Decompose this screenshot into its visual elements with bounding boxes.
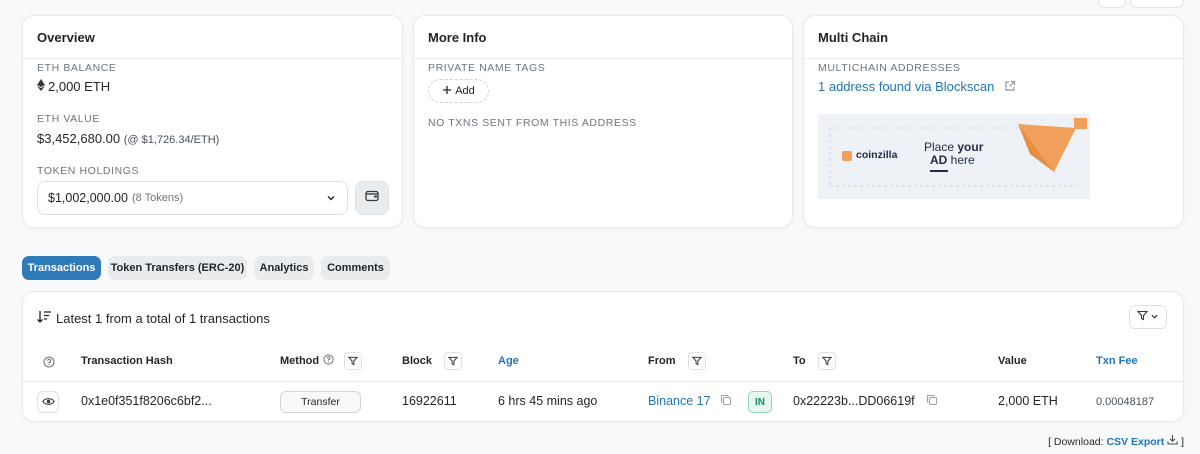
method-help-icon[interactable] [323, 354, 334, 368]
txn-age: 6 hrs 45 mins ago [498, 394, 598, 408]
card-divider [414, 58, 792, 59]
from-address-link[interactable]: Binance 17 [648, 394, 711, 408]
table-row-divider [23, 381, 1183, 382]
sort-desc-icon [37, 310, 52, 326]
transactions-summary: Latest 1 from a total of 1 transactions [37, 310, 270, 326]
preview-button[interactable] [37, 391, 59, 413]
chevron-down-icon [1150, 308, 1159, 326]
method-filter-button[interactable] [344, 352, 363, 370]
tab-analytics[interactable]: Analytics [254, 256, 314, 280]
multi-chain-title: Multi Chain [818, 30, 889, 45]
ad-line2-a: AD [930, 153, 948, 167]
transactions-summary-text: Latest 1 from a total of 1 transactions [56, 310, 270, 326]
col-transaction-hash: Transaction Hash [81, 355, 173, 367]
chevron-down-icon [325, 192, 337, 204]
download-icon[interactable] [1167, 435, 1181, 448]
eth-value-wrap: $3,452,680.00 (@ $1,726.34/ETH) [37, 131, 219, 146]
no-txns-text: NO TXNS SENT FROM THIS ADDRESS [428, 117, 637, 129]
card-divider [23, 58, 402, 59]
txn-hash-link[interactable]: 0x1e0f351f8206c6bf2... [81, 394, 212, 408]
token-holdings-label: TOKEN HOLDINGS [37, 165, 140, 177]
to-cell: 0x22223b...DD06619f [793, 394, 938, 409]
overview-card: Overview ETH BALANCE 2,000 ETH ETH VALUE… [22, 15, 403, 228]
token-holdings-value: $1,002,000.00 [48, 191, 128, 205]
col-block: Block [402, 352, 462, 370]
private-name-tags-label: PRIVATE NAME TAGS [428, 62, 546, 74]
eth-balance-label: ETH BALANCE [37, 62, 117, 74]
method-badge: Transfer [280, 391, 361, 413]
filter-icon [1136, 308, 1149, 326]
copy-icon[interactable] [720, 394, 732, 409]
advertisement-banner[interactable]: coinzilla Place your AD here [818, 114, 1090, 199]
to-filter-button[interactable] [817, 352, 836, 370]
help-icon[interactable] [43, 356, 55, 368]
col-value: Value [998, 355, 1027, 367]
ad-line1-b: your [957, 140, 984, 154]
tab-transactions[interactable]: Transactions [22, 256, 101, 280]
from-filter-button[interactable] [687, 352, 706, 370]
col-method: Method [280, 352, 363, 370]
add-label: Add [455, 85, 475, 97]
ad-line2-b: here [947, 153, 975, 167]
card-divider [804, 58, 1183, 59]
copy-icon[interactable] [926, 394, 938, 409]
txn-value: 2,000 ETH [998, 394, 1058, 408]
filter-dropdown-button[interactable] [1129, 305, 1167, 329]
multichain-addresses-label: MULTICHAIN ADDRESSES [818, 62, 961, 74]
eth-balance-value: 2,000 ETH [48, 79, 111, 94]
more-info-card: More Info PRIVATE NAME TAGS Add NO TXNS … [413, 15, 793, 228]
eth-value-label: ETH VALUE [37, 113, 100, 125]
ad-copy: Place your AD here [924, 141, 983, 167]
from-cell: Binance 17 [648, 394, 732, 409]
txn-fee: 0.00048187 [1096, 396, 1155, 408]
eth-value-rate: (@ $1,726.34/ETH) [123, 134, 220, 146]
col-age[interactable]: Age [498, 355, 519, 367]
blockscan-link-text: 1 address found via Blockscan [818, 79, 995, 94]
col-to-label: To [793, 355, 806, 367]
wallet-icon [365, 189, 379, 207]
token-holdings-count: (8 Tokens) [131, 192, 184, 204]
download-line: [ Download: CSV Export ] [1048, 434, 1184, 448]
col-from-label: From [648, 355, 676, 367]
tab-token-transfers[interactable]: Token Transfers (ERC-20) [108, 256, 247, 280]
eye-icon [41, 393, 55, 411]
wallet-button[interactable] [355, 181, 389, 215]
eth-value-amount: $3,452,680.00 [37, 131, 121, 146]
col-from: From [648, 352, 706, 370]
eth-balance-value-wrap: 2,000 ETH [37, 79, 110, 94]
ethereum-icon [37, 79, 45, 94]
overview-title: Overview [37, 30, 95, 45]
col-to: To [793, 352, 836, 370]
col-method-label: Method [280, 355, 320, 367]
block-filter-button[interactable] [443, 352, 462, 370]
ad-line1-a: Place [924, 140, 958, 154]
more-info-title: More Info [428, 30, 487, 45]
to-address[interactable]: 0x22223b...DD06619f [793, 394, 915, 408]
multi-chain-card: Multi Chain MULTICHAIN ADDRESSES 1 addre… [803, 15, 1184, 228]
token-holdings-dropdown[interactable]: $1,002,000.00 (8 Tokens) [37, 181, 348, 215]
csv-export-link[interactable]: CSV Export [1106, 436, 1164, 448]
add-name-tag-button[interactable]: Add [428, 79, 489, 103]
col-txn-fee[interactable]: Txn Fee [1096, 355, 1138, 367]
direction-in-badge: IN [748, 391, 772, 413]
top-button-stub[interactable] [1098, 0, 1126, 8]
tab-comments[interactable]: Comments [321, 256, 390, 280]
external-link-icon [1004, 80, 1016, 95]
col-block-label: Block [402, 355, 432, 367]
plus-icon [442, 85, 452, 98]
block-link[interactable]: 16922611 [402, 394, 457, 408]
download-prefix: [ Download: [1048, 436, 1107, 448]
top-dropdown-stub[interactable] [1130, 0, 1184, 8]
ad-brand: coinzilla [856, 149, 898, 161]
transactions-card: Latest 1 from a total of 1 transactions … [22, 291, 1184, 422]
download-suffix: ] [1181, 436, 1184, 448]
blockscan-link[interactable]: 1 address found via Blockscan [818, 79, 1016, 95]
